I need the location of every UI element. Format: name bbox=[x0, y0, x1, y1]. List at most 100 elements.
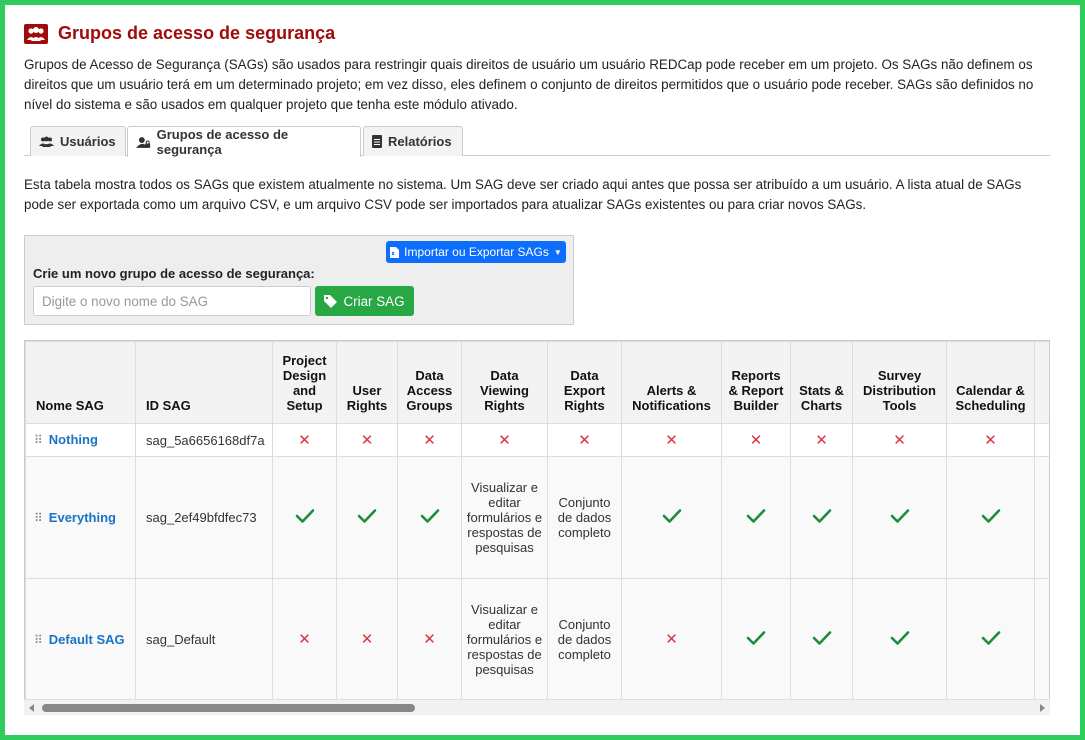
cross-icon: ✕ bbox=[360, 431, 374, 449]
table-row: ⠿ Everything sag_2ef49bfdfec73 Visualizar e… bbox=[25, 456, 1049, 579]
check-icon bbox=[420, 509, 439, 523]
tab-bar: Usuários Grupos de acesso de segurança R… bbox=[24, 126, 1050, 157]
header-stats-charts: Stats & Charts bbox=[790, 341, 853, 424]
rights-cell: Visualizar e editar formulários e respos… bbox=[461, 578, 548, 701]
rights-cell bbox=[1034, 423, 1049, 457]
drag-handle-icon[interactable]: ⠿ bbox=[34, 511, 43, 525]
sag-name-input[interactable] bbox=[33, 286, 311, 316]
cross-icon: ✕ bbox=[749, 431, 763, 449]
page-header: Grupos de acesso de segurança bbox=[24, 23, 335, 44]
rights-cell: ✕ bbox=[397, 578, 462, 701]
rights-cell bbox=[946, 578, 1035, 701]
sag-id-cell: sag_2ef49bfdfec73 bbox=[135, 456, 273, 579]
rights-cell bbox=[946, 456, 1035, 579]
page-frame: Grupos de acesso de segurança Grupos de … bbox=[5, 5, 1080, 735]
check-icon bbox=[812, 509, 831, 523]
create-sag-panel: Importar ou Exportar SAGs ▼ Crie um novo… bbox=[24, 235, 574, 325]
rights-cell: Visualizar e editar formulários e respos… bbox=[461, 456, 548, 579]
cross-icon: ✕ bbox=[360, 631, 374, 648]
rights-cell bbox=[336, 456, 398, 579]
header-sag-id: ID SAG bbox=[135, 341, 273, 424]
scroll-left-icon[interactable] bbox=[29, 704, 34, 712]
tab-security-groups[interactable]: Grupos de acesso de segurança bbox=[127, 126, 361, 157]
drag-handle-icon[interactable]: ⠿ bbox=[34, 433, 43, 447]
cross-icon: ✕ bbox=[423, 431, 436, 449]
rights-cell: ✕ bbox=[946, 423, 1035, 457]
cross-icon: ✕ bbox=[298, 431, 311, 449]
tab-reports-label: Relatórios bbox=[388, 134, 452, 149]
rights-cell bbox=[721, 456, 791, 579]
rights-cell bbox=[397, 456, 462, 579]
header-survey-distribution: Survey Distribution Tools bbox=[852, 341, 947, 424]
check-icon bbox=[295, 509, 314, 523]
header-user-rights: User Rights bbox=[336, 341, 398, 424]
rights-cell bbox=[1034, 456, 1049, 579]
rights-cell bbox=[272, 456, 337, 579]
header-project-design: Project Design and Setup bbox=[272, 341, 337, 424]
cross-icon: ✕ bbox=[893, 431, 906, 449]
sag-name-cell: ⠿ Default SAG bbox=[25, 578, 136, 701]
rights-cell: ✕ bbox=[547, 423, 622, 457]
create-sag-label: Crie um novo grupo de acesso de seguranç… bbox=[33, 266, 315, 281]
sag-name-cell: ⠿ Nothing bbox=[25, 423, 136, 457]
check-icon bbox=[890, 509, 909, 523]
create-sag-button[interactable]: Criar SAG bbox=[315, 286, 414, 316]
drag-handle-icon[interactable]: ⠿ bbox=[34, 633, 43, 647]
rights-cell bbox=[852, 578, 947, 701]
header-truncated: I bbox=[1034, 341, 1049, 424]
cross-icon: ✕ bbox=[984, 431, 997, 449]
header-alerts-notifications: Alerts & Notifications bbox=[621, 341, 722, 424]
rights-cell bbox=[721, 578, 791, 701]
cross-icon: ✕ bbox=[498, 431, 511, 449]
sag-table-container: Nome SAG ID SAG Project Design and Setup… bbox=[24, 340, 1050, 715]
sag-name-link[interactable]: Nothing bbox=[49, 432, 98, 447]
tab-users-label: Usuários bbox=[60, 134, 116, 149]
rights-cell bbox=[621, 456, 722, 579]
tag-icon bbox=[324, 294, 338, 308]
scroll-thumb[interactable] bbox=[42, 704, 415, 712]
cross-icon: ✕ bbox=[665, 431, 678, 449]
intro-text: Grupos de Acesso de Segurança (SAGs) são… bbox=[24, 57, 1034, 112]
file-icon bbox=[372, 135, 382, 148]
header-reports-builder: Reports & Report Builder bbox=[721, 341, 791, 424]
table-header-row: Nome SAG ID SAG Project Design and Setup… bbox=[25, 341, 1049, 424]
rights-cell: Conjunto de dados completo bbox=[547, 456, 622, 579]
header-data-access-groups: Data Access Groups bbox=[397, 341, 462, 424]
rights-cell: ✕ bbox=[272, 578, 337, 701]
check-icon bbox=[746, 509, 766, 523]
import-export-button[interactable]: Importar ou Exportar SAGs ▼ bbox=[386, 241, 566, 263]
user-lock-icon bbox=[136, 136, 151, 148]
rights-cell: ✕ bbox=[852, 423, 947, 457]
rights-cell: Conjunto de dados completo bbox=[547, 578, 622, 701]
tab-security-groups-label: Grupos de acesso de segurança bbox=[156, 127, 289, 157]
cross-icon: ✕ bbox=[298, 631, 311, 648]
sag-name-link[interactable]: Default SAG bbox=[49, 632, 125, 647]
rights-cell: ✕ bbox=[621, 423, 722, 457]
rights-cell: ✕ bbox=[790, 423, 853, 457]
horizontal-scrollbar[interactable] bbox=[24, 699, 1050, 715]
users-icon bbox=[39, 136, 54, 147]
sag-name-cell: ⠿ Everything bbox=[25, 456, 136, 579]
scroll-right-icon[interactable] bbox=[1040, 704, 1045, 712]
check-icon bbox=[890, 631, 909, 645]
caret-down-icon: ▼ bbox=[553, 247, 562, 257]
rights-cell bbox=[790, 578, 853, 701]
header-calendar-scheduling: Calendar & Scheduling bbox=[946, 341, 1035, 424]
cross-icon: ✕ bbox=[815, 431, 828, 449]
tab-reports[interactable]: Relatórios bbox=[363, 126, 463, 156]
rights-cell: ✕ bbox=[397, 423, 462, 457]
page-title: Grupos de acesso de segurança bbox=[58, 23, 336, 43]
sag-name-link[interactable]: Everything bbox=[49, 510, 116, 525]
users-icon bbox=[24, 23, 48, 44]
header-data-viewing-rights: Data Viewing Rights bbox=[461, 341, 548, 424]
sag-table: Nome SAG ID SAG Project Design and Setup… bbox=[25, 341, 1049, 701]
check-icon bbox=[357, 509, 377, 523]
rights-cell: ✕ bbox=[336, 578, 398, 701]
sag-id-cell: sag_5a6656168df7a bbox=[135, 423, 273, 457]
check-icon bbox=[662, 509, 681, 523]
rights-cell bbox=[852, 456, 947, 579]
table-description: Esta tabela mostra todos os SAGs que exi… bbox=[24, 177, 1022, 212]
tab-users[interactable]: Usuários bbox=[30, 126, 126, 156]
create-sag-button-label: Criar SAG bbox=[343, 293, 405, 309]
rights-cell: ✕ bbox=[621, 578, 722, 701]
